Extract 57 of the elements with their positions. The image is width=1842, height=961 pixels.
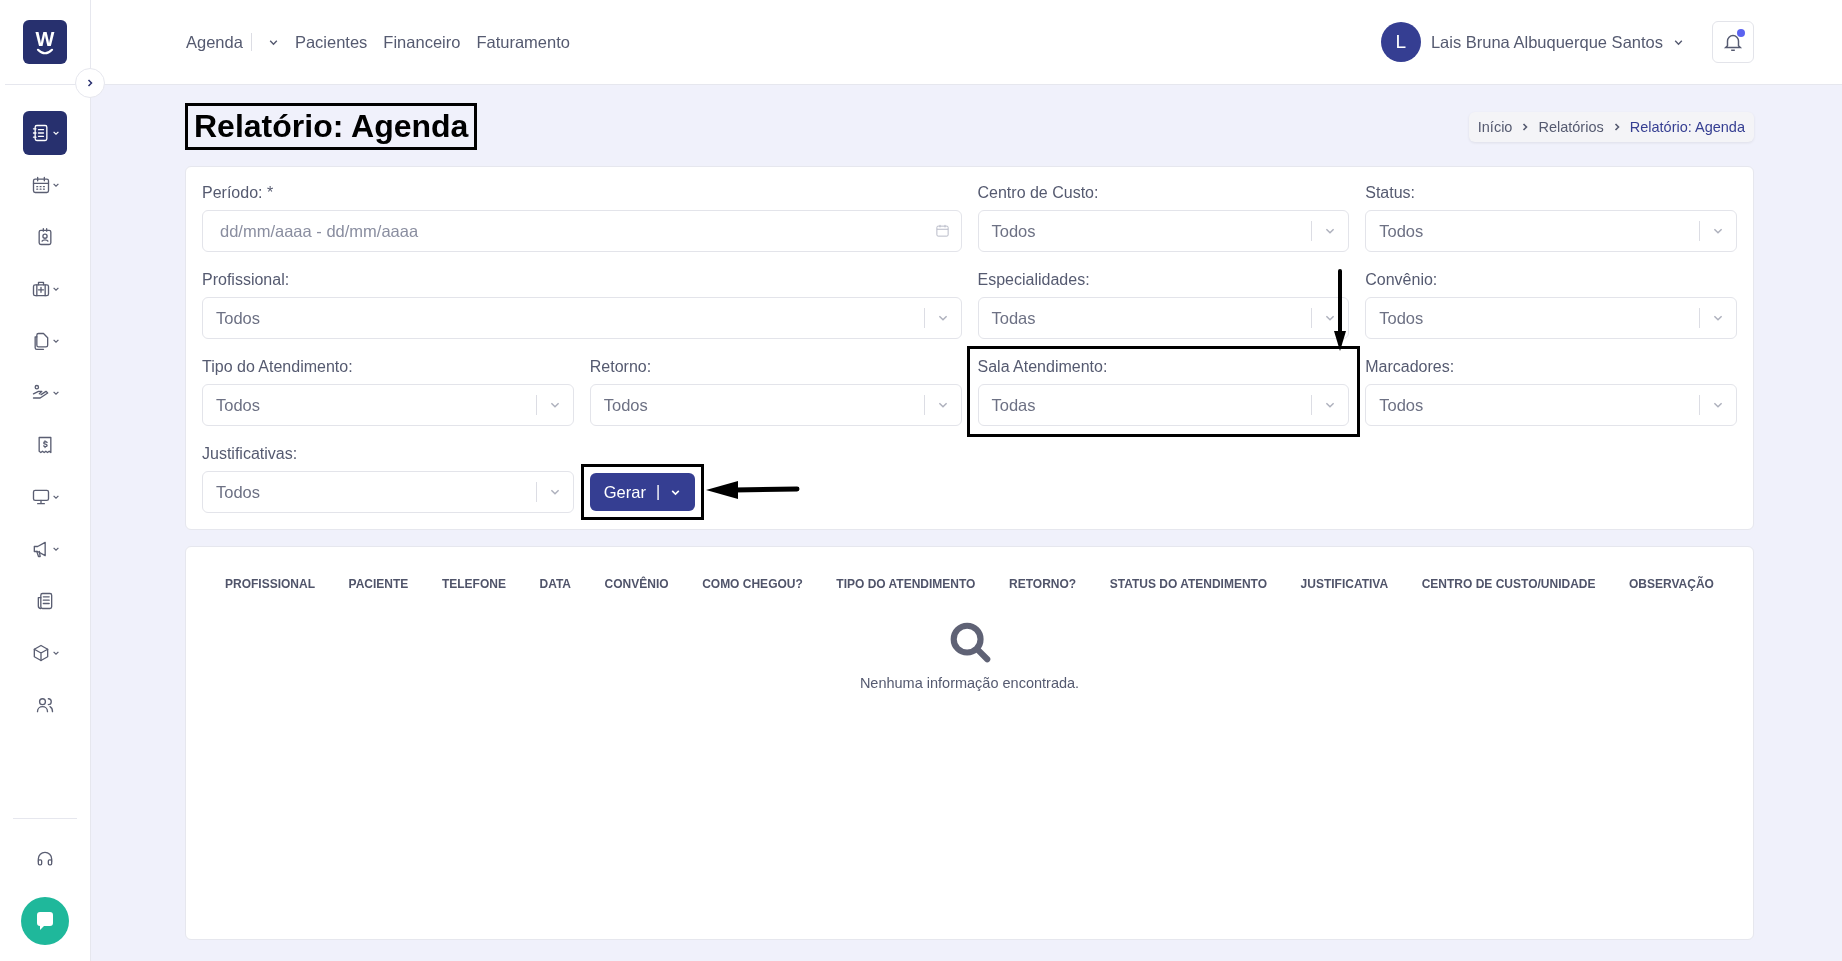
select-field[interactable]: Todos <box>977 210 1350 252</box>
select-field[interactable]: Todos <box>1365 210 1737 252</box>
column-header: TELEFONE <box>441 577 506 591</box>
news-icon <box>35 591 55 611</box>
select-field[interactable]: Todos <box>589 384 962 426</box>
calendar-icon <box>934 223 950 238</box>
select-field[interactable]: Todas <box>977 297 1350 339</box>
breadcrumb-link[interactable]: Relatório: Agenda <box>1629 118 1745 135</box>
notifications-button[interactable] <box>1712 21 1754 63</box>
column-header: CENTRO DE CUSTO/UNIDADE <box>1421 577 1596 591</box>
field-label: Profissional: <box>202 270 291 290</box>
nav-link[interactable]: Faturamento <box>476 32 570 52</box>
page-title: Relatório: Agenda <box>185 103 478 150</box>
field-label: Centro de Custo: <box>977 183 1100 203</box>
sidebar-notebook-item[interactable] <box>23 111 67 155</box>
breadcrumb-link[interactable]: Relatórios <box>1538 118 1604 135</box>
date-range-field[interactable]: dd/mm/aaaa - dd/mm/aaaa <box>202 210 962 252</box>
field-label: Retorno: <box>589 357 653 377</box>
field-label: Tipo do Atendimento: <box>202 357 354 377</box>
users-icon <box>35 695 55 715</box>
select-field[interactable]: Todos <box>1365 297 1737 339</box>
field-label: Sala Atendimento: <box>977 357 1109 377</box>
notebook-icon <box>30 123 51 143</box>
calendar-icon <box>30 175 51 195</box>
app-logo[interactable]: W <box>23 20 67 64</box>
field-label: Marcadores: <box>1365 357 1456 377</box>
field-label: Status: <box>1365 183 1417 203</box>
nav-link[interactable]: Pacientes <box>294 32 368 52</box>
field-label: Convênio: <box>1365 270 1439 290</box>
generate-button[interactable]: Gerar | <box>589 473 696 511</box>
medkit-icon <box>30 279 51 299</box>
select-field[interactable]: Todos <box>202 384 574 426</box>
field-label: Justificativas: <box>202 444 299 464</box>
column-header: JUSTIFICATIVA <box>1300 577 1389 591</box>
monitor-icon <box>30 487 51 507</box>
user-avatar[interactable]: L <box>1380 22 1421 62</box>
column-header: RETORNO? <box>1009 577 1077 591</box>
column-header: CONVÊNIO <box>604 577 669 591</box>
column-header: STATUS DO ATENDIMENTO <box>1109 577 1268 591</box>
select-field[interactable]: Todas <box>977 384 1350 426</box>
column-header: OBSERVAÇÃO <box>1629 577 1714 591</box>
column-header: PACIENTE <box>348 577 409 591</box>
column-header: TIPO DO ATENDIMENTO <box>836 577 976 591</box>
select-field[interactable]: Todos <box>202 471 574 513</box>
empty-message: Nenhuma informação encontrada. <box>859 675 1080 691</box>
field-label: Período: * <box>202 183 275 203</box>
user-name[interactable]: Lais Bruna Albuquerque Santos <box>1430 32 1663 52</box>
nav-link[interactable]: Agenda <box>186 32 243 52</box>
select-field[interactable]: Todos <box>202 297 962 339</box>
column-header: COMO CHEGOU? <box>702 577 803 591</box>
chevron-icon <box>85 78 95 88</box>
breadcrumb-link[interactable]: Início <box>1477 118 1513 135</box>
column-header: DATA <box>539 577 571 591</box>
select-field[interactable]: Todos <box>1365 384 1737 426</box>
nav-link[interactable]: Financeiro <box>383 32 461 52</box>
column-header: PROFISSIONAL <box>225 577 315 591</box>
field-label: Especialidades: <box>977 270 1091 290</box>
